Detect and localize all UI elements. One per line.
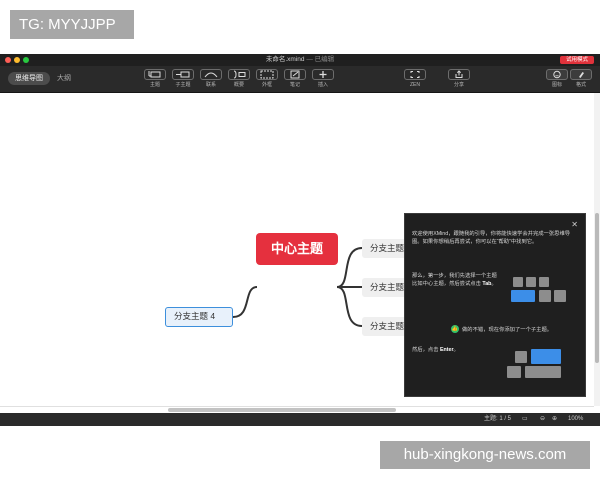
tab-outline[interactable]: 大纲 [57,72,71,85]
subtopic-icon [172,69,194,80]
zen-label: ZEN [410,82,420,88]
zen-button[interactable]: ZEN [403,69,427,88]
tab-mindmap[interactable]: 思维导图 [8,72,50,85]
relationship-icon [200,69,222,80]
summary-icon [228,69,250,80]
map-icon[interactable]: ▭ [522,413,528,426]
note-icon [284,69,306,80]
topic-button[interactable]: 主题 [143,69,167,88]
share-label: 分享 [453,82,464,88]
topic-label: 主题 [149,82,160,88]
success-text: 做的不错，现在你添加了一个子主题。 [462,327,553,333]
boundary-label: 外框 [261,82,272,88]
topic-icon [144,69,166,80]
vertical-scrollbar[interactable] [594,93,600,406]
watermark-site: hub-xingkong-news.com [380,441,590,469]
smiley-icon [546,69,568,80]
note-button[interactable]: 笔记 [283,69,307,88]
fullscreen-icon [404,69,426,80]
insert-label: 插入 [317,82,328,88]
format-panel-button[interactable]: 格式 [569,69,593,88]
onboarding-guide-panel: ✕ 欢迎使用XMind，跟随我的引导，你将能快速学会并完成一张思维导图。如果你想… [404,213,586,397]
horizontal-scroll-thumb[interactable] [168,408,396,412]
enter-key-label: Enter [439,347,454,353]
tab-key-label: Tab [482,281,492,287]
title-bar: 未命名.xmind — 已编辑 试用模式 [0,54,600,66]
format-label: 格式 [575,82,586,88]
window-title: 未命名.xmind — 已编辑 [0,54,600,66]
zoom-level[interactable]: 100% [568,413,583,426]
toolbar: 思维导图 大纲 主题 子主题 联系 概要 外框 笔记 插入 ZEN 分享 图标 … [0,66,600,93]
summary-label: 概要 [233,82,244,88]
guide-intro-text: 欢迎使用XMind，跟随我的引导，你将能快速学会并完成一张思维导图。如果你想稍后… [412,231,571,245]
insert-button[interactable]: 插入 [311,69,335,88]
file-name: 未命名.xmind [265,56,305,63]
status-bar: 主题: 1 / 5 ▭ ⊖ ⊕ 100% [0,413,600,426]
close-guide-icon[interactable]: ✕ [571,220,578,229]
insert-icon [312,69,334,80]
central-topic[interactable]: 中心主题 [256,233,338,265]
edit-status: — 已编辑 [306,56,335,63]
share-icon [448,69,470,80]
success-message: 👍 做的不错，现在你添加了一个子主题。 [451,325,552,333]
relationship-button[interactable]: 联系 [199,69,223,88]
summary-button[interactable]: 概要 [227,69,251,88]
note-label: 笔记 [289,82,300,88]
share-button[interactable]: 分享 [447,69,471,88]
xmind-window: 未命名.xmind — 已编辑 试用模式 思维导图 大纲 主题 子主题 联系 概… [0,54,600,426]
relationship-label: 联系 [205,82,216,88]
icons-label: 图标 [551,82,562,88]
watermark-tg: TG: MYYJJPP [10,10,134,39]
icons-panel-button[interactable]: 图标 [545,69,569,88]
guide-step1-text: 那么，第一步，我们先选择一个主题比如中心主题，然后尝试点击 Tab。 [412,273,497,287]
branch-topic-4-selected[interactable]: 分支主题 4 [165,307,233,327]
guide-step2-text: 然后，点击 Enter。 [412,347,459,353]
boundary-button[interactable]: 外框 [255,69,279,88]
topic-count: 主题: 1 / 5 [484,416,512,422]
subtopic-button[interactable]: 子主题 [171,69,195,88]
thumbs-up-icon: 👍 [451,325,459,333]
subtopic-label: 子主题 [175,82,191,88]
vertical-scroll-thumb[interactable] [595,213,599,363]
zoom-in-icon[interactable]: ⊕ [552,413,557,426]
boundary-icon [256,69,278,80]
upgrade-button[interactable]: 试用模式 [559,56,594,64]
zoom-out-icon[interactable]: ⊖ [540,413,545,426]
brush-icon [570,69,592,80]
guide-step2-body: 然后，点击 [412,347,439,353]
